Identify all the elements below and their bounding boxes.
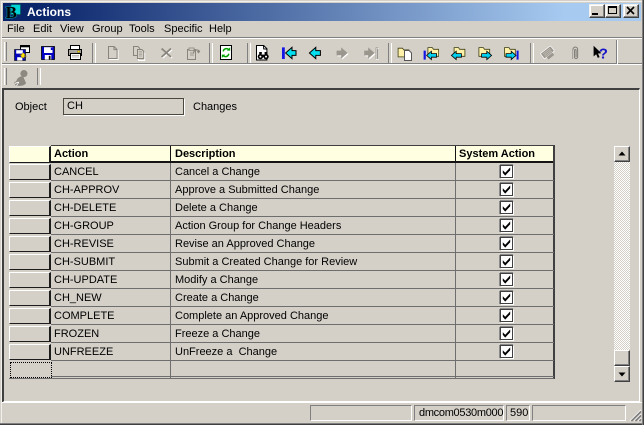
svg-text:B: B — [6, 4, 17, 20]
svg-text:?: ? — [599, 46, 607, 61]
